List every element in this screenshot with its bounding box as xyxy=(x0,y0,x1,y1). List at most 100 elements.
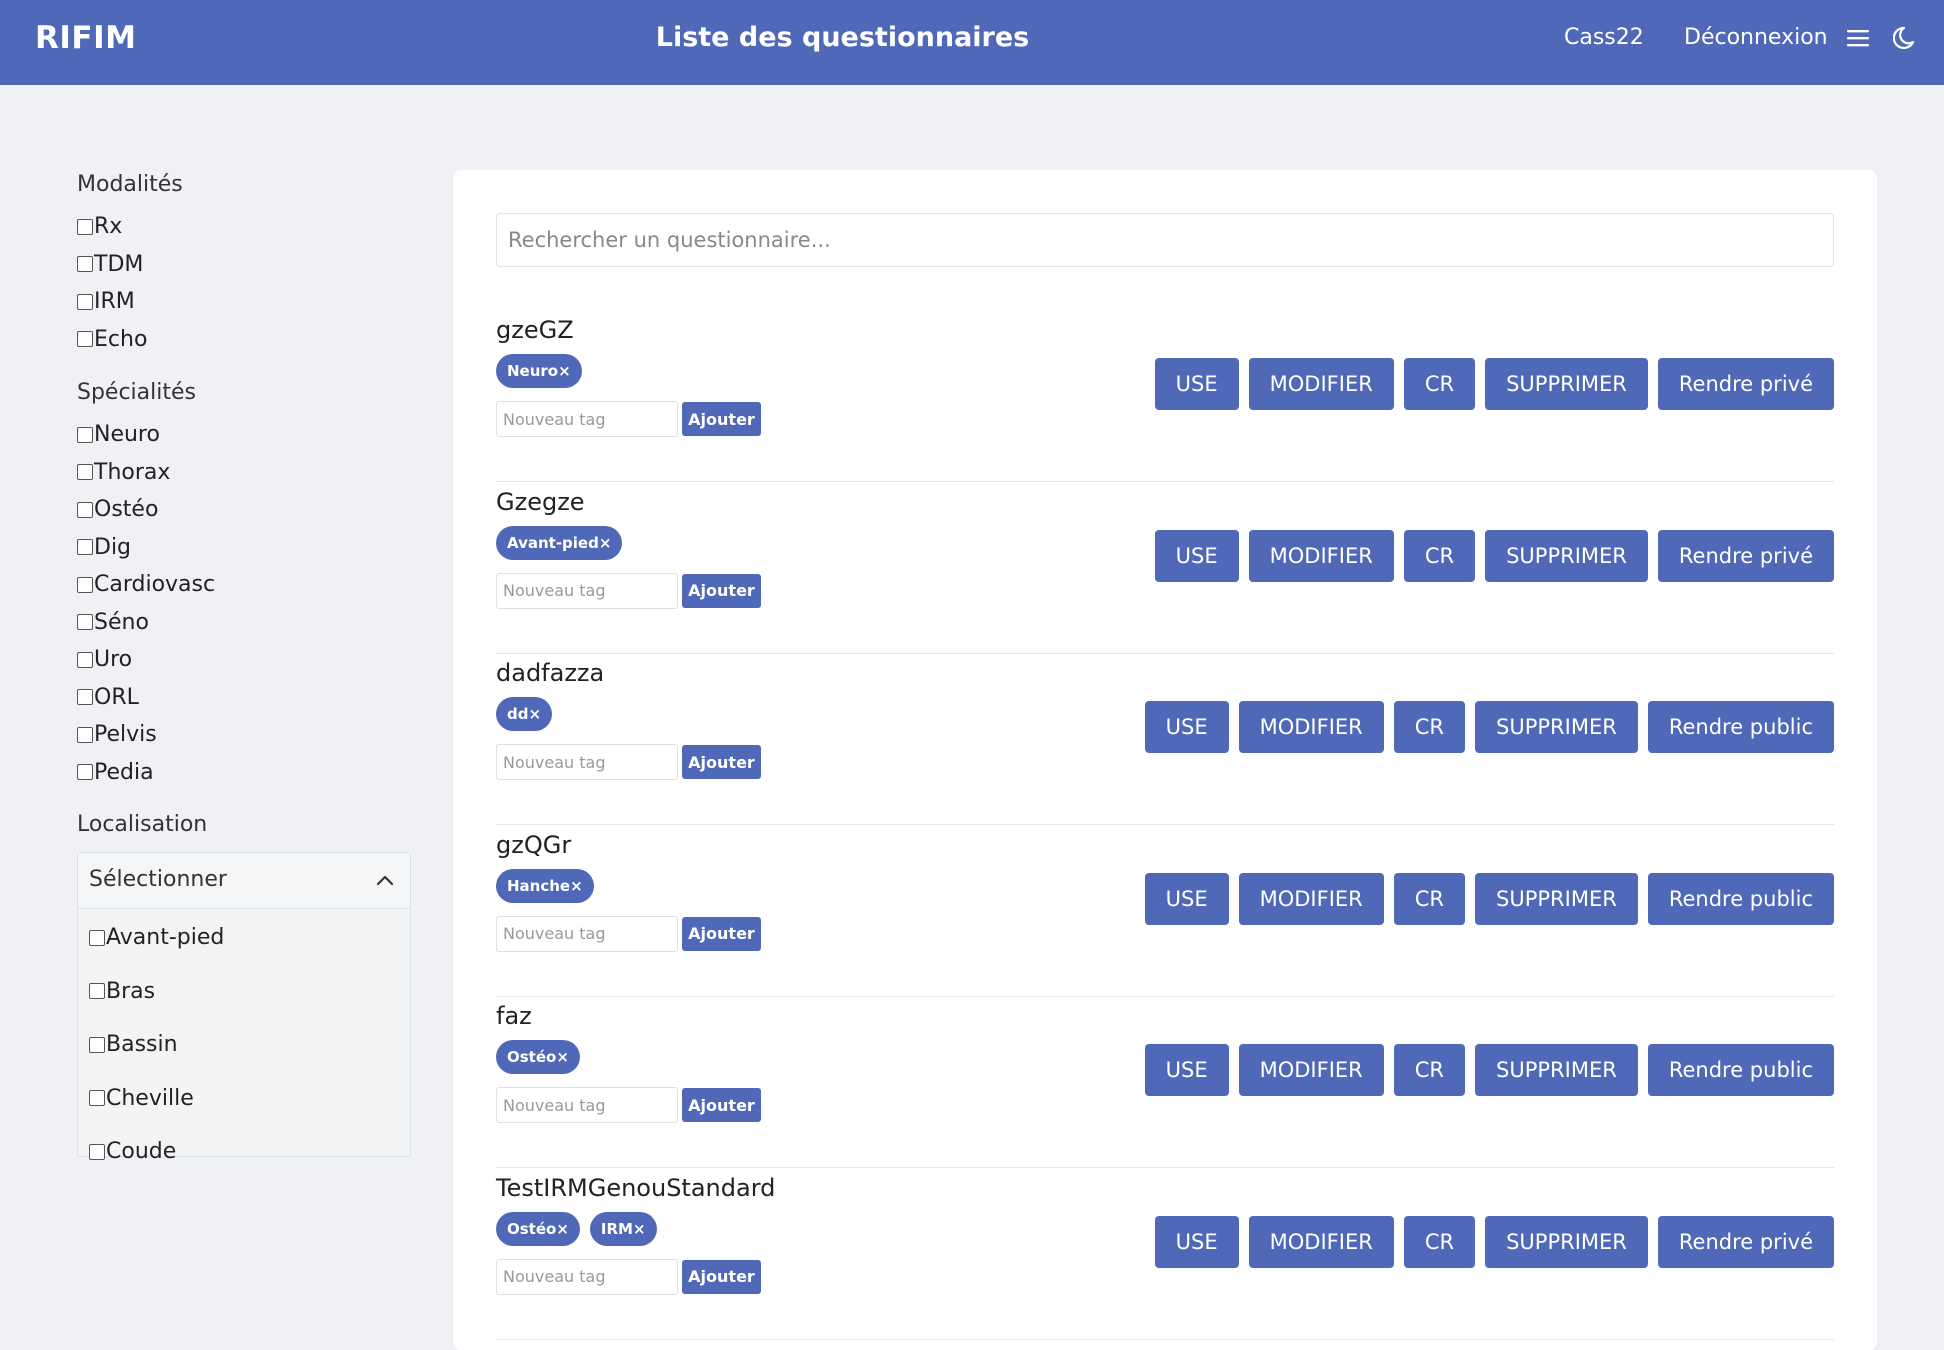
row-actions: USE MODIFIER CR SUPPRIMER Rendre privé xyxy=(1154,529,1834,582)
new-tag-input[interactable] xyxy=(496,1258,678,1295)
search-input[interactable] xyxy=(496,213,1834,267)
checkbox[interactable] xyxy=(77,689,93,705)
tag-badge[interactable]: dd× xyxy=(496,697,553,731)
questionnaire-name: Gzegze xyxy=(496,487,585,516)
tag-badge[interactable]: Avant-pied× xyxy=(496,525,623,560)
modifier-button[interactable]: MODIFIER xyxy=(1248,1215,1394,1268)
visibility-button[interactable]: Rendre privé xyxy=(1657,358,1834,410)
localisation-option[interactable]: Coude xyxy=(89,1139,176,1164)
use-button[interactable]: USE xyxy=(1144,701,1229,753)
cr-button[interactable]: CR xyxy=(1403,358,1476,410)
tag-badge[interactable]: Ostéo× xyxy=(496,1211,580,1246)
modifier-button[interactable]: MODIFIER xyxy=(1238,701,1384,753)
add-tag-button[interactable]: Ajouter xyxy=(682,745,761,779)
visibility-button[interactable]: Rendre public xyxy=(1647,872,1834,925)
checkbox[interactable] xyxy=(77,426,93,443)
new-tag-input[interactable] xyxy=(496,1087,678,1123)
checkbox-modalites-item[interactable]: IRM xyxy=(77,289,135,314)
supprimer-button[interactable]: SUPPRIMER xyxy=(1485,529,1648,582)
checkbox-label: Bassin xyxy=(106,1032,178,1057)
use-button[interactable]: USE xyxy=(1154,529,1239,582)
checkbox-specialites-item[interactable]: Uro xyxy=(77,647,132,672)
localisation-option[interactable]: Bras xyxy=(89,979,155,1004)
checkbox[interactable] xyxy=(89,929,105,946)
localisation-option[interactable]: Avant-pied xyxy=(89,925,224,950)
hamburger-menu-icon[interactable] xyxy=(1847,28,1869,48)
checkbox[interactable] xyxy=(77,576,93,593)
checkbox-modalites-item[interactable]: TDM xyxy=(77,252,143,277)
logout-link[interactable]: Déconnexion xyxy=(1684,25,1828,50)
modifier-button[interactable]: MODIFIER xyxy=(1238,1044,1384,1096)
checkbox[interactable] xyxy=(77,501,93,518)
supprimer-button[interactable]: SUPPRIMER xyxy=(1475,872,1638,925)
checkbox[interactable] xyxy=(77,256,93,272)
tag-badge[interactable]: Hanche× xyxy=(496,868,594,903)
checkbox-specialites-item[interactable]: Thorax xyxy=(77,460,170,485)
cr-button[interactable]: CR xyxy=(1393,872,1466,925)
checkbox[interactable] xyxy=(77,464,93,480)
checkbox-specialites-item[interactable]: Pelvis xyxy=(77,722,157,747)
tag-badge[interactable]: Ostéo× xyxy=(496,1040,580,1074)
checkbox[interactable] xyxy=(89,983,105,999)
cr-button[interactable]: CR xyxy=(1393,701,1466,753)
checkbox[interactable] xyxy=(77,726,93,743)
checkbox[interactable] xyxy=(89,1036,105,1053)
checkbox-specialites-item[interactable]: Ostéo xyxy=(77,497,158,522)
supprimer-button[interactable]: SUPPRIMER xyxy=(1485,1215,1648,1268)
checkbox-specialites-item[interactable]: Pedia xyxy=(77,760,154,785)
localisation-option[interactable]: Cheville xyxy=(89,1086,194,1111)
checkbox-specialites-item[interactable]: Cardiovasc xyxy=(77,572,215,597)
add-tag-button[interactable]: Ajouter xyxy=(682,916,761,951)
new-tag-input[interactable] xyxy=(496,401,678,437)
user-link[interactable]: Cass22 xyxy=(1564,25,1644,50)
cr-button[interactable]: CR xyxy=(1403,529,1476,582)
supprimer-button[interactable]: SUPPRIMER xyxy=(1475,701,1638,753)
checkbox[interactable] xyxy=(77,614,93,630)
visibility-button[interactable]: Rendre public xyxy=(1647,1044,1834,1096)
new-tag-input[interactable] xyxy=(496,572,678,609)
visibility-button[interactable]: Rendre privé xyxy=(1657,1215,1834,1268)
modifier-button[interactable]: MODIFIER xyxy=(1248,358,1394,410)
checkbox-modalites-item[interactable]: Rx xyxy=(77,214,122,239)
checkbox[interactable] xyxy=(89,1143,105,1160)
visibility-button[interactable]: Rendre public xyxy=(1647,701,1834,753)
checkbox-specialites-item[interactable]: ORL xyxy=(77,685,139,710)
checkbox[interactable] xyxy=(77,331,93,347)
checkbox-specialites-item[interactable]: Neuro xyxy=(77,422,160,447)
cr-button[interactable]: CR xyxy=(1393,1044,1466,1096)
supprimer-button[interactable]: SUPPRIMER xyxy=(1485,358,1648,410)
use-button[interactable]: USE xyxy=(1144,1044,1229,1096)
tag-badge[interactable]: IRM× xyxy=(589,1211,657,1246)
use-button[interactable]: USE xyxy=(1144,872,1229,925)
localisation-select-toggle[interactable]: Sélectionner xyxy=(78,853,410,909)
moon-icon[interactable] xyxy=(1893,25,1919,51)
checkbox[interactable] xyxy=(77,764,93,780)
supprimer-button[interactable]: SUPPRIMER xyxy=(1475,1044,1638,1096)
add-tag-button[interactable]: Ajouter xyxy=(682,402,761,436)
checkbox-modalites-item[interactable]: Echo xyxy=(77,327,147,352)
checkbox-specialites-item[interactable]: Dig xyxy=(77,535,131,560)
add-tag-button[interactable]: Ajouter xyxy=(682,1259,761,1294)
add-tag-button[interactable]: Ajouter xyxy=(682,573,761,608)
checkbox[interactable] xyxy=(89,1090,105,1106)
checkbox-label: Dig xyxy=(94,534,132,560)
new-tag-input[interactable] xyxy=(496,915,678,952)
modifier-button[interactable]: MODIFIER xyxy=(1248,529,1394,582)
modifier-button[interactable]: MODIFIER xyxy=(1238,872,1384,925)
use-button[interactable]: USE xyxy=(1154,358,1239,410)
checkbox[interactable] xyxy=(77,293,93,310)
new-tag-input[interactable] xyxy=(496,744,678,780)
checkbox-specialites-item[interactable]: Séno xyxy=(77,610,149,635)
row-actions: USE MODIFIER CR SUPPRIMER Rendre privé xyxy=(1154,1215,1834,1268)
cr-button[interactable]: CR xyxy=(1403,1215,1476,1268)
add-tag-button[interactable]: Ajouter xyxy=(682,1088,761,1122)
checkbox-label: IRM xyxy=(94,289,135,314)
use-button[interactable]: USE xyxy=(1154,1215,1239,1268)
tag-badge[interactable]: Neuro× xyxy=(496,354,582,388)
visibility-button[interactable]: Rendre privé xyxy=(1657,529,1834,582)
questionnaire-name: dadfazza xyxy=(496,659,605,687)
checkbox[interactable] xyxy=(77,651,93,668)
checkbox[interactable] xyxy=(77,539,93,555)
checkbox[interactable] xyxy=(77,218,93,235)
localisation-option[interactable]: Bassin xyxy=(89,1032,178,1057)
